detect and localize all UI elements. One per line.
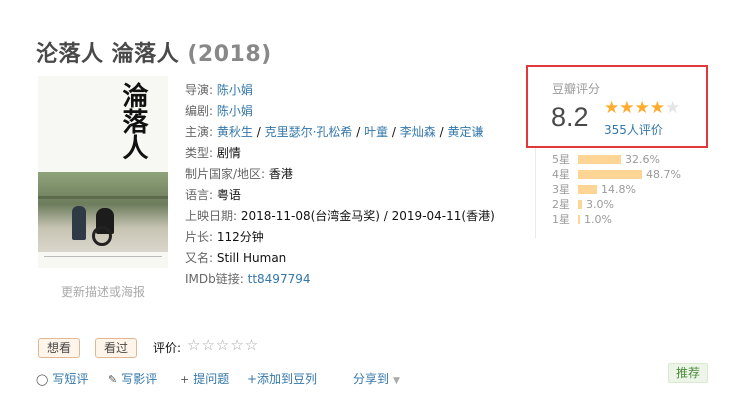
distribution-label: 3星 — [552, 183, 570, 196]
distribution-row: 2星 3.0% — [552, 197, 722, 212]
movie-poster[interactable]: 淪落人 — [38, 76, 168, 268]
star-icon: ★ — [665, 98, 681, 118]
distribution-bar — [578, 170, 642, 179]
distribution-bar — [578, 200, 582, 209]
release-label: 上映日期: — [185, 209, 238, 223]
distribution-percent: 1.0% — [584, 213, 612, 226]
runtime-label: 片长: — [185, 230, 214, 244]
share-dropdown[interactable]: 分享到 ▼ — [353, 370, 400, 387]
ask-question-link[interactable]: + 提问题 — [180, 370, 229, 387]
question-label: 提问题 — [193, 372, 230, 386]
writer-label: 编剧: — [185, 104, 214, 118]
doulist-label: +添加到豆列 — [247, 372, 318, 386]
want-to-watch-button[interactable]: 想看 — [38, 338, 81, 358]
cast-link[interactable]: 克里瑟尔·孔松希 — [265, 125, 353, 139]
rating-score: 8.2 — [551, 102, 589, 132]
rate-label: 评价: — [153, 341, 182, 355]
release-value: 2018-11-08(台湾金马奖) / 2019-04-11(香港) — [240, 209, 495, 223]
distribution-bar — [578, 215, 580, 224]
short-review-label: 写短评 — [52, 372, 89, 386]
separator: / — [352, 125, 365, 139]
genre-row: 类型: 剧情 — [185, 143, 525, 164]
cast-label: 主演: — [185, 125, 214, 139]
separator: / — [435, 125, 448, 139]
plus-icon: + — [180, 373, 190, 386]
poster-title-text: 淪落人 — [118, 82, 148, 160]
watched-button[interactable]: 看过 — [95, 338, 138, 358]
genre-value: 剧情 — [216, 146, 241, 160]
imdb-link[interactable]: tt8497794 — [248, 272, 311, 286]
imdb-label: IMDb链接: — [185, 272, 244, 286]
distribution-row: 5星 32.6% — [552, 152, 722, 167]
distribution-row: 4星 48.7% — [552, 167, 722, 182]
distribution-percent: 3.0% — [586, 198, 614, 211]
genre-label: 类型: — [185, 146, 214, 160]
region-label: 制片国家/地区: — [185, 167, 266, 181]
distribution-label: 1星 — [552, 213, 570, 226]
region-row: 制片国家/地区: 香港 — [185, 164, 525, 185]
recommend-button[interactable]: 推荐 — [668, 363, 709, 383]
add-to-doulist-link[interactable]: +添加到豆列 — [247, 370, 317, 387]
language-label: 语言: — [185, 188, 214, 202]
poster-credits — [44, 256, 162, 264]
cast-link[interactable]: 黄定谦 — [447, 125, 483, 139]
aka-value: Still Human — [216, 251, 287, 265]
update-poster-link[interactable]: 更新描述或海报 — [38, 283, 168, 300]
director-link[interactable]: 陈小娟 — [217, 83, 253, 97]
cast-link[interactable]: 黄秋生 — [217, 125, 253, 139]
language-value: 粤语 — [216, 188, 241, 202]
rating-stars: ★★★★★ — [604, 98, 681, 118]
language-row: 语言: 粤语 — [185, 185, 525, 206]
distribution-percent: 32.6% — [625, 153, 660, 166]
movie-name: 沦落人 淪落人 — [36, 42, 180, 67]
distribution-row: 3星 14.8% — [552, 182, 722, 197]
poster-rail — [38, 196, 168, 199]
write-review-link[interactable]: ✎ 写影评 — [108, 370, 157, 387]
share-label: 分享到 — [353, 372, 390, 386]
writer-link[interactable]: 陈小娟 — [217, 104, 253, 118]
star-icon: ★ — [649, 98, 665, 118]
poster-wheel — [92, 226, 112, 246]
rating-count-link[interactable]: 355人评价 — [604, 121, 663, 138]
divider — [535, 148, 536, 238]
cast-link[interactable]: 叶童 — [364, 125, 388, 139]
pencil-icon: ✎ — [108, 373, 118, 386]
star-icon: ★ — [634, 98, 650, 118]
distribution-label: 2星 — [552, 198, 570, 211]
separator: / — [388, 125, 400, 139]
director-row: 导演: 陈小娟 — [185, 80, 525, 101]
poster-figure — [72, 206, 86, 240]
movie-year: (2018) — [187, 42, 272, 67]
distribution-label: 4星 — [552, 168, 570, 181]
writer-row: 编剧: 陈小娟 — [185, 101, 525, 122]
write-short-review-link[interactable]: ◯ 写短评 — [36, 370, 88, 387]
release-row: 上映日期: 2018-11-08(台湾金马奖) / 2019-04-11(香港) — [185, 206, 525, 227]
chevron-down-icon: ▼ — [393, 376, 400, 386]
rate-stars-input[interactable]: ☆☆☆☆☆ — [187, 336, 259, 354]
aka-label: 又名: — [185, 251, 214, 265]
star-icon: ★ — [604, 98, 620, 118]
distribution-row: 1星 1.0% — [552, 212, 722, 227]
movie-info: 导演: 陈小娟 编剧: 陈小娟 主演: 黄秋生 / 克里瑟尔·孔松希 / 叶童 … — [185, 80, 525, 290]
director-label: 导演: — [185, 83, 214, 97]
page-title: 沦落人 淪落人 (2018) — [36, 36, 272, 68]
runtime-row: 片长: 112分钟 — [185, 227, 525, 248]
aka-row: 又名: Still Human — [185, 248, 525, 269]
distribution-bar — [578, 155, 621, 164]
imdb-row: IMDb链接: tt8497794 — [185, 269, 525, 290]
distribution-percent: 14.8% — [601, 183, 636, 196]
distribution-bar — [578, 185, 597, 194]
speech-bubble-icon: ◯ — [36, 373, 49, 386]
distribution-label: 5星 — [552, 153, 570, 166]
separator: / — [252, 125, 265, 139]
rating-distribution: 5星 32.6% 4星 48.7% 3星 14.8% 2星 3.0% 1星 1.0% — [552, 152, 722, 227]
cast-row: 主演: 黄秋生 / 克里瑟尔·孔松希 / 叶童 / 李灿森 / 黄定谦 — [185, 122, 525, 143]
runtime-value: 112分钟 — [216, 230, 264, 244]
star-icon: ★ — [619, 98, 635, 118]
cast-link[interactable]: 李灿森 — [400, 125, 436, 139]
region-value: 香港 — [268, 167, 293, 181]
distribution-percent: 48.7% — [646, 168, 681, 181]
review-label: 写影评 — [121, 372, 158, 386]
rating-label: 豆瓣评分 — [552, 82, 601, 96]
